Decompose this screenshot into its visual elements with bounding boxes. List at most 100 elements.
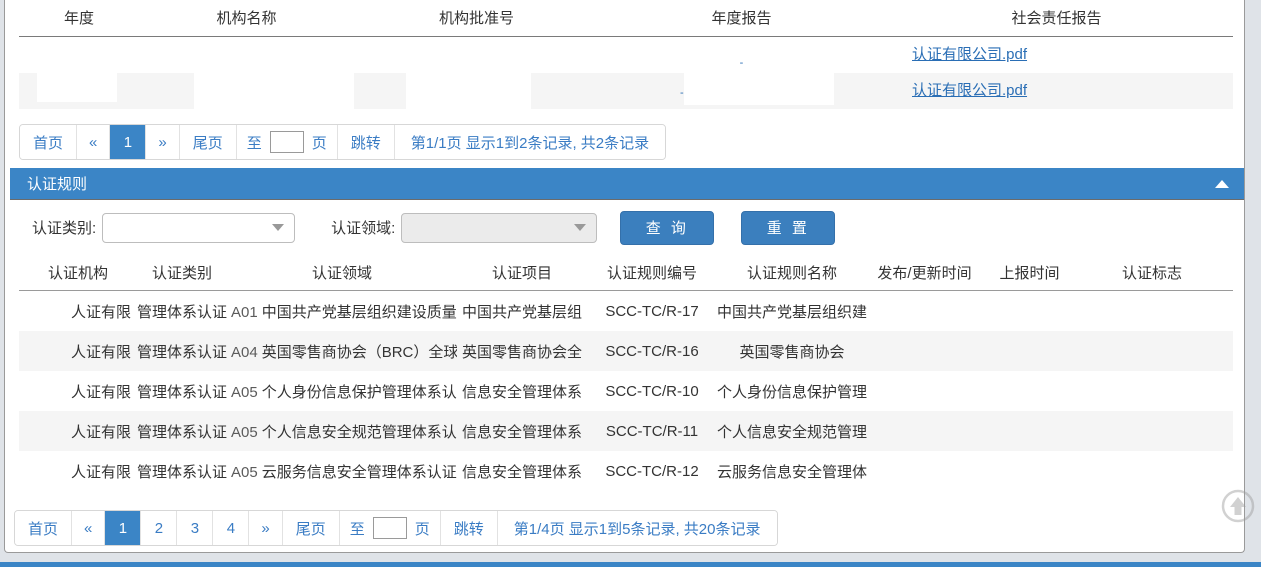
cell-rule-name: 英国零售商协会 <box>739 343 845 361</box>
pager-goto-suffix: 页 <box>414 520 430 538</box>
field-code: A05 <box>231 463 258 481</box>
pager-page-2[interactable]: 2 <box>141 511 178 545</box>
pager-page-4[interactable]: 4 <box>213 511 250 545</box>
cell-org: 人证有限 <box>70 343 131 361</box>
search-button[interactable]: 查 询 <box>620 210 715 245</box>
pager-info-text: 第1/1页 显示1到2条记录, 共2条记录 <box>394 125 666 159</box>
cell-rule-name: 个人身份信息保护管理 <box>717 383 867 401</box>
redacted-block <box>684 73 834 105</box>
field-name: 个人身份信息保护管理体系认 <box>261 383 457 401</box>
annual-report-dash: - <box>680 87 684 99</box>
pager-goto-input[interactable] <box>269 131 304 153</box>
column-header-type: 认证类别 <box>151 265 212 282</box>
table-row: 人证有限 管理体系认证 A05 个人身份信息保护管理体系认 信息安全管理体系 SCC-TC… <box>19 371 1233 411</box>
table-row: - 认证有限公司.pdf <box>19 73 1233 109</box>
pager-first-button[interactable]: 首页 <box>20 125 78 159</box>
column-header-project: 认证项目 <box>491 265 552 282</box>
cell-project: 信息安全管理体系 <box>461 463 582 481</box>
cell-rule-no: SCC-TC/R-16 <box>605 342 699 360</box>
pager-goto-group[interactable]: 至 页 <box>339 511 441 545</box>
column-header-org-name: 机构名称 <box>216 10 277 27</box>
cell-rule-no: SCC-TC/R-10 <box>605 382 699 400</box>
cell-field: A05 云服务信息安全管理体系认证 <box>227 461 457 482</box>
column-header-field: 认证领域 <box>311 265 372 282</box>
field-name: 个人信息安全规范管理体系认 <box>261 423 457 441</box>
cell-project: 信息安全管理体系 <box>461 383 582 401</box>
pager-next-button[interactable]: » <box>249 511 283 545</box>
scroll-to-top-button[interactable] <box>1221 489 1255 523</box>
bottom-pagination[interactable]: 首页 « 1 2 3 4 » 尾页 至 页 跳转 第1/4页 显示1到5条记录,… <box>14 510 778 546</box>
cell-org-name <box>139 73 354 109</box>
pager-goto-input[interactable] <box>372 517 407 539</box>
pager-last-button[interactable]: 尾页 <box>179 125 237 159</box>
top-pagination[interactable]: 首页 « 1 » 尾页 至 页 跳转 第1/1页 显示1到2条记录, 共2条记录 <box>19 124 667 160</box>
social-report-pdf-link[interactable]: 认证有限公司.pdf <box>912 37 1027 73</box>
cell-org: 人证有限 <box>70 463 131 481</box>
triangle-up-icon[interactable] <box>1215 179 1229 188</box>
pager-jump-button[interactable]: 跳转 <box>440 511 498 545</box>
bottom-accent-bar <box>0 562 1261 567</box>
column-header-rule-name: 认证规则名称 <box>746 265 837 282</box>
cell-approval-no <box>354 73 599 109</box>
cell-type: 管理体系认证 <box>137 463 227 481</box>
cell-approval-no <box>354 37 599 73</box>
cell-rule-name: 云服务信息安全管理体 <box>717 463 867 481</box>
pager-first-button[interactable]: 首页 <box>15 511 73 545</box>
field-code: A05 <box>231 383 258 401</box>
cell-field: A05 个人信息安全规范管理体系认 <box>227 421 457 442</box>
pager-page-1[interactable]: 1 <box>105 511 142 545</box>
cell-social-report: 认证有限公司.pdf <box>884 73 1229 109</box>
cell-rule-no: SCC-TC/R-12 <box>605 462 699 480</box>
cell-type: 管理体系认证 <box>137 423 227 441</box>
arrow-up-circle-icon <box>1221 489 1255 523</box>
cell-project: 中国共产党基层组 <box>461 303 582 321</box>
cell-annual-report: - <box>599 73 884 109</box>
field-name: 云服务信息安全管理体系认证 <box>261 463 457 481</box>
pager-last-button[interactable]: 尾页 <box>282 511 340 545</box>
institution-info-table: 年度 机构名称 机构批准号 年度报告 社会责任报告 - 认证有限公司.pdf -… <box>19 0 1233 109</box>
page-right-gutter <box>1245 0 1261 562</box>
redacted-block <box>194 73 354 109</box>
content-frame: 年度 机构名称 机构批准号 年度报告 社会责任报告 - 认证有限公司.pdf -… <box>4 0 1245 553</box>
pager-jump-button[interactable]: 跳转 <box>337 125 395 159</box>
reset-button[interactable]: 重 置 <box>741 210 836 245</box>
cell-rule-no: SCC-TC/R-11 <box>605 422 699 440</box>
column-header-approval-no: 机构批准号 <box>438 10 514 27</box>
column-header-report-time: 上报时间 <box>999 265 1060 282</box>
cell-type: 管理体系认证 <box>137 383 227 401</box>
social-report-pdf-link[interactable]: 认证有限公司.pdf <box>912 73 1027 109</box>
cell-rule-no: SCC-TC/R-17 <box>605 302 699 320</box>
cert-field-label: 认证领域: <box>331 220 396 237</box>
cell-project: 信息安全管理体系 <box>461 423 582 441</box>
table-row: 人证有限 管理体系认证 A01 中国共产党基层组织建设质量 中国共产党基层组 SCC-TC… <box>19 291 1233 331</box>
pager-next-button[interactable]: » <box>146 125 180 159</box>
cell-year <box>19 37 139 73</box>
rule-panel-header[interactable]: 认证规则 <box>10 168 1244 200</box>
column-header-publish-time: 发布/更新时间 <box>877 265 972 282</box>
pager-page-1[interactable]: 1 <box>110 125 147 159</box>
rule-filter-bar: 认证类别: 认证领域: 查 询 重 置 <box>10 200 1244 255</box>
cell-field: A05 个人身份信息保护管理体系认 <box>227 381 457 402</box>
pager-goto-group[interactable]: 至 页 <box>236 125 338 159</box>
cell-type: 管理体系认证 <box>137 343 227 361</box>
column-header-org: 认证机构 <box>47 265 108 282</box>
pager-info-text: 第1/4页 显示1到5条记录, 共20条记录 <box>497 511 777 545</box>
table-row: 人证有限 管理体系认证 A05 云服务信息安全管理体系认证 信息安全管理体系 SCC-TC… <box>19 451 1233 491</box>
pager-prev-button[interactable]: « <box>77 125 111 159</box>
column-header-rule-no: 认证规则编号 <box>606 265 697 282</box>
table-header-row: 年度 机构名称 机构批准号 年度报告 社会责任报告 <box>19 0 1233 37</box>
chevron-down-icon <box>272 224 285 231</box>
field-name: 中国共产党基层组织建设质量 <box>261 303 457 321</box>
cert-type-label: 认证类别: <box>32 220 97 237</box>
pager-prev-button[interactable]: « <box>72 511 106 545</box>
cell-org-name <box>139 37 354 73</box>
pager-page-3[interactable]: 3 <box>177 511 214 545</box>
field-code: A04 <box>231 343 258 361</box>
chevron-down-icon <box>574 224 587 231</box>
certification-rule-table: 认证机构 认证类别 认证领域 认证项目 认证规则编号 认证规则名称 发布/更新时… <box>19 255 1233 491</box>
cert-field-select[interactable] <box>401 212 598 243</box>
cert-type-select[interactable] <box>102 212 296 243</box>
cell-social-report: 认证有限公司.pdf <box>884 37 1229 73</box>
cell-org: 人证有限 <box>70 423 131 441</box>
field-code: A05 <box>231 423 258 441</box>
